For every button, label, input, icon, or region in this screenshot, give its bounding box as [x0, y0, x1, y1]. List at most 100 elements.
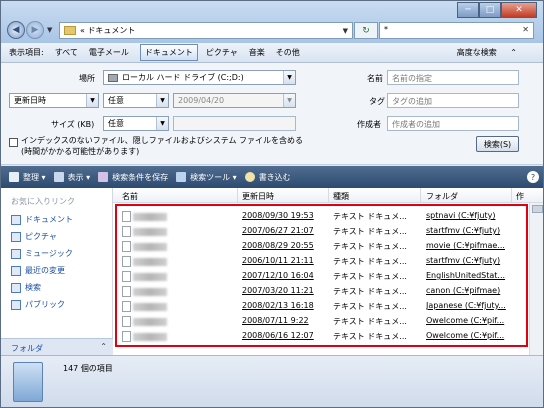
filter-music[interactable]: 音楽 [249, 47, 265, 58]
search-folder-large-icon [13, 362, 43, 402]
refresh-button[interactable]: ↻ [354, 22, 378, 39]
view-icon [53, 172, 64, 182]
fav-music[interactable]: ミュージック [11, 248, 73, 259]
fav-documents-label: ドキュメント [25, 215, 73, 224]
address-bar[interactable]: « ドキュメント ▼ [59, 22, 353, 39]
name-field[interactable]: 名前の指定 [387, 70, 519, 85]
filter-pictures[interactable]: ピクチャ [206, 47, 238, 58]
window-controls: ─ □ ✕ [457, 2, 537, 18]
filter-email[interactable]: 電子メール [89, 47, 129, 58]
tag-field[interactable]: タグの追加 [387, 93, 519, 108]
size-op-select[interactable]: 任意 ▼ [103, 116, 169, 131]
chevron-down-icon: ▼ [283, 94, 295, 107]
column-separator [328, 188, 329, 203]
address-text: « ドキュメント [80, 26, 136, 35]
nav-buttons: ◀ ▶ ▼ [7, 21, 54, 39]
save-search-icon [98, 172, 109, 182]
view-button[interactable]: 表示 ▾ [53, 172, 90, 183]
search-button[interactable]: 検索(S) [476, 136, 519, 152]
column-headers: 名前 更新日時 種類 フォルダ 作 [113, 188, 543, 203]
column-type[interactable]: 種類 [333, 191, 349, 202]
vertical-scrollbar[interactable] [529, 203, 543, 355]
name-placeholder: 名前の指定 [392, 74, 432, 83]
column-folder[interactable]: フォルダ [426, 191, 458, 202]
author-placeholder: 作成者の追加 [392, 120, 440, 129]
save-search-button[interactable]: 検索条件を保存 [98, 172, 168, 183]
refresh-icon: ↻ [362, 25, 370, 36]
name-label: 名前 [367, 74, 383, 83]
forward-button[interactable]: ▶ [26, 21, 44, 39]
chevron-up-icon: ⌃ [100, 342, 107, 351]
search-tools-label: 検索ツール [190, 172, 231, 182]
column-name[interactable]: 名前 [122, 191, 138, 202]
highlight-box [115, 204, 528, 347]
arrow-right-icon: ▶ [31, 25, 39, 35]
tag-label: タグ [369, 97, 385, 106]
size-input[interactable] [173, 116, 296, 131]
chevron-down-icon[interactable]: ▼ [343, 27, 348, 35]
public-icon [11, 299, 21, 310]
documents-icon [11, 214, 21, 225]
advanced-search-label: 高度な検索 [456, 48, 497, 57]
chevron-up-icon: ⌃ [510, 48, 517, 57]
filter-documents[interactable]: ドキュメント [139, 44, 198, 61]
column-separator [420, 188, 421, 203]
tag-placeholder: タグの追加 [392, 97, 432, 106]
filter-other[interactable]: その他 [276, 47, 300, 58]
date-picker[interactable]: 2009/04/20 ▼ [173, 93, 296, 108]
column-date[interactable]: 更新日時 [242, 191, 274, 202]
clear-search-icon[interactable]: ✕ [522, 25, 529, 34]
date-value: 2009/04/20 [178, 96, 225, 105]
organize-button[interactable]: 整理 ▾ [9, 172, 46, 183]
fav-recent[interactable]: 最近の変更 [11, 265, 65, 276]
include-unindexed-checkbox[interactable] [9, 138, 18, 147]
scroll-up-arrow[interactable] [532, 205, 543, 213]
author-field[interactable]: 作成者の追加 [387, 116, 519, 131]
fav-pictures[interactable]: ピクチャ [11, 231, 57, 242]
navigation-pane: お気に入りリンク ドキュメント ピクチャ ミュージック 最近の変更 検索 パブリ… [1, 188, 113, 338]
close-button[interactable]: ✕ [501, 2, 537, 18]
help-icon[interactable]: ? [527, 171, 539, 183]
show-label: 表示項目: [9, 48, 44, 57]
back-button[interactable]: ◀ [7, 21, 25, 39]
pictures-icon [11, 231, 21, 242]
search-value: * [384, 25, 388, 34]
fav-music-label: ミュージック [25, 249, 73, 258]
minimize-button[interactable]: ─ [457, 2, 479, 18]
fav-search[interactable]: 検索 [11, 282, 41, 293]
folder-icon [64, 26, 76, 35]
author-label: 作成者 [357, 120, 381, 129]
view-label: 表示 [67, 172, 84, 182]
column-author[interactable]: 作 [516, 191, 524, 202]
arrow-left-icon: ◀ [12, 25, 20, 35]
chevron-down-icon: ▼ [156, 117, 168, 130]
details-pane: 147 個の項目 [1, 355, 543, 407]
date-op-select[interactable]: 任意 ▼ [103, 93, 169, 108]
command-bar: 整理 ▾ 表示 ▾ 検索条件を保存 検索ツール ▾ 書き込む ? [1, 166, 543, 188]
folders-toggle[interactable]: フォルダ ⌃ [1, 338, 113, 355]
column-separator [237, 188, 238, 203]
burn-button[interactable]: 書き込む [244, 172, 291, 183]
location-label: 場所 [79, 74, 95, 83]
organize-label: 整理 [23, 172, 39, 182]
burn-label: 書き込む [258, 172, 291, 182]
fav-documents[interactable]: ドキュメント [11, 214, 73, 225]
date-field-select[interactable]: 更新日時 ▼ [9, 93, 99, 108]
search-input[interactable]: * ✕ [379, 22, 534, 39]
search-tools-button[interactable]: 検索ツール ▾ [176, 172, 237, 183]
fav-public[interactable]: パブリック [11, 299, 65, 310]
recent-pages-dropdown-icon[interactable]: ▼ [47, 26, 52, 34]
advanced-search-toggle[interactable]: 高度な検索 ⌃ [457, 47, 528, 58]
organize-icon [9, 172, 19, 182]
drive-icon [108, 73, 118, 82]
item-count: 147 個の項目 [63, 364, 113, 373]
fav-recent-label: 最近の変更 [25, 266, 65, 275]
date-op-value: 任意 [108, 96, 124, 105]
fav-public-label: パブリック [25, 300, 65, 309]
filter-all[interactable]: すべて [55, 47, 78, 58]
search-tools-icon [176, 172, 187, 182]
location-select[interactable]: ローカル ハード ドライブ (C:;D:) ▼ [103, 70, 296, 85]
recent-icon [11, 265, 21, 276]
disc-icon [244, 172, 255, 182]
maximize-button[interactable]: □ [479, 2, 501, 18]
